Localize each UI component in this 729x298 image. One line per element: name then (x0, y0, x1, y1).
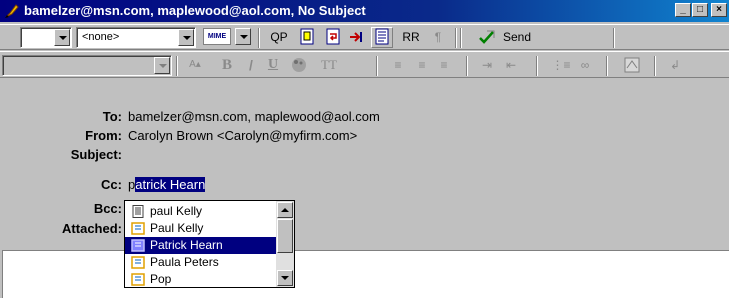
list-item-label: paul Kelly (150, 204, 203, 218)
toolbar-separator (258, 28, 260, 48)
list-item-label: Paula Peters (150, 255, 219, 269)
mime-combo-dropdown[interactable] (231, 27, 251, 48)
message-body[interactable] (2, 250, 729, 298)
autocomplete-scrollbar[interactable] (276, 201, 294, 287)
list-item[interactable]: Paula Peters (125, 254, 276, 271)
color-palette-icon (292, 58, 306, 72)
attached-label: Attached: (62, 221, 122, 236)
bcc-label: Bcc: (93, 201, 122, 216)
toolbar-separator (606, 56, 608, 76)
cc-field[interactable]: patrick Hearn (128, 177, 206, 192)
list-item[interactable]: Paul Kelly (125, 220, 276, 237)
list-item-selected[interactable]: Patrick Hearn (125, 237, 276, 254)
tab-in-body-button[interactable] (346, 27, 366, 48)
teletype-button[interactable]: TT (316, 55, 342, 76)
subject-row[interactable]: Subject: (0, 145, 729, 163)
from-label: From: (85, 128, 122, 143)
align-right-icon[interactable]: ≡ (434, 55, 454, 76)
special-icon-glyph (624, 57, 640, 73)
to-row[interactable]: To: bamelzer@msn.com, maplewood@aol.com (0, 107, 729, 125)
list-item-label: Pop (150, 272, 172, 286)
italic-button[interactable]: / (240, 55, 262, 76)
title-bar[interactable]: bamelzer@msn.com, maplewood@aol.com, No … (0, 0, 729, 22)
qp-button[interactable]: QP (266, 27, 292, 48)
scroll-down-icon[interactable] (277, 270, 293, 286)
font-size-icon[interactable]: A▴ (184, 55, 206, 76)
tab-arrow-icon (350, 32, 362, 42)
toolbar-separator (466, 56, 468, 76)
link-icon[interactable]: ∞ (574, 55, 596, 76)
document-icon (132, 205, 144, 218)
contact-card-icon (131, 239, 145, 252)
cc-label: Cc: (101, 177, 122, 192)
pen-icon (5, 4, 19, 18)
word-wrap-icon (326, 28, 340, 45)
toolbar-separator (176, 56, 178, 76)
font-combo[interactable] (2, 55, 172, 76)
underline-button[interactable]: U (262, 55, 284, 76)
return-icon[interactable]: ↲ (664, 55, 686, 76)
toolbar-main: <none> MIME QP RR ¶ Send (0, 24, 729, 50)
outdent-icon[interactable]: ⇤ (500, 55, 522, 76)
to-field[interactable]: bamelzer@msn.com, maplewood@aol.com (128, 109, 380, 124)
bcc-row[interactable]: Bcc: (0, 199, 729, 217)
align-center-icon[interactable]: ≡ (412, 55, 432, 76)
message-header: To: bamelzer@msn.com, maplewood@aol.com … (0, 99, 729, 247)
toolbar-separator (460, 28, 462, 48)
mime-encoding-box[interactable]: MIME (203, 28, 231, 45)
list-item-label: Patrick Hearn (150, 238, 223, 252)
mime-label: MIME (207, 33, 227, 40)
chevron-down-icon[interactable] (54, 29, 70, 46)
scroll-thumb[interactable] (277, 219, 293, 253)
window-title: bamelzer@msn.com, maplewood@aol.com, No … (24, 3, 366, 18)
scroll-up-icon[interactable] (277, 202, 293, 218)
return-receipt-button[interactable]: RR (398, 27, 424, 48)
color-palette-button[interactable] (288, 55, 310, 76)
stationery-combo-value: <none> (82, 31, 120, 43)
bullet-list-icon[interactable]: ⋮≡ (550, 55, 572, 76)
indent-icon[interactable]: ⇥ (476, 55, 498, 76)
keep-copies-icon (375, 28, 389, 45)
minimize-button[interactable]: _ (675, 3, 691, 17)
text-as-attachment-button[interactable] (297, 27, 317, 48)
keep-copies-button[interactable] (371, 27, 393, 48)
bold-button[interactable]: B (216, 55, 238, 76)
list-item-label: Paul Kelly (150, 221, 204, 235)
close-button[interactable]: × (711, 3, 727, 17)
chevron-down-icon[interactable] (154, 57, 170, 74)
toolbar-separator (455, 28, 457, 48)
send-icon (479, 30, 495, 44)
from-field[interactable]: Carolyn Brown <Carolyn@myfirm.com> (128, 128, 357, 143)
stationery-combo[interactable]: <none> (76, 27, 196, 48)
pilcrow-icon[interactable]: ¶ (428, 27, 448, 48)
toolbar-separator (654, 56, 656, 76)
insert-special-icon[interactable] (620, 55, 644, 76)
text-attachment-icon (300, 28, 314, 45)
chevron-down-icon[interactable] (178, 29, 194, 46)
list-item[interactable]: Pop (125, 271, 276, 287)
cc-autocomplete-selection: atrick Hearn (135, 177, 206, 192)
send-button[interactable]: Send (470, 27, 544, 48)
toolbar-separator (536, 56, 538, 76)
align-left-icon[interactable]: ≡ (388, 55, 408, 76)
cc-row[interactable]: Cc: patrick Hearn (0, 175, 729, 193)
toolbar-formatting: A▴ B / U TT ≡ ≡ ≡ ⇥ ⇤ ⋮≡ ∞ ↲ (0, 51, 729, 78)
nickname-autocomplete-list[interactable]: paul Kelly Paul Kelly Patrick Hearn Paul… (124, 200, 295, 288)
toolbar-separator (376, 56, 378, 76)
to-label: To: (102, 109, 122, 124)
list-item[interactable]: paul Kelly (125, 203, 276, 220)
from-row[interactable]: From: Carolyn Brown <Carolyn@myfirm.com> (0, 126, 729, 144)
attached-row[interactable]: Attached: (0, 219, 729, 237)
contact-card-icon (131, 256, 145, 269)
word-wrap-button[interactable] (323, 27, 343, 48)
toolbar-separator (613, 28, 615, 48)
send-label: Send (503, 30, 532, 44)
priority-combo[interactable] (20, 27, 72, 48)
contact-card-icon (131, 222, 145, 235)
chevron-down-icon[interactable] (235, 28, 251, 45)
maximize-button[interactable]: □ (692, 3, 708, 17)
contact-card-icon (131, 273, 145, 286)
subject-label: Subject: (70, 147, 122, 162)
